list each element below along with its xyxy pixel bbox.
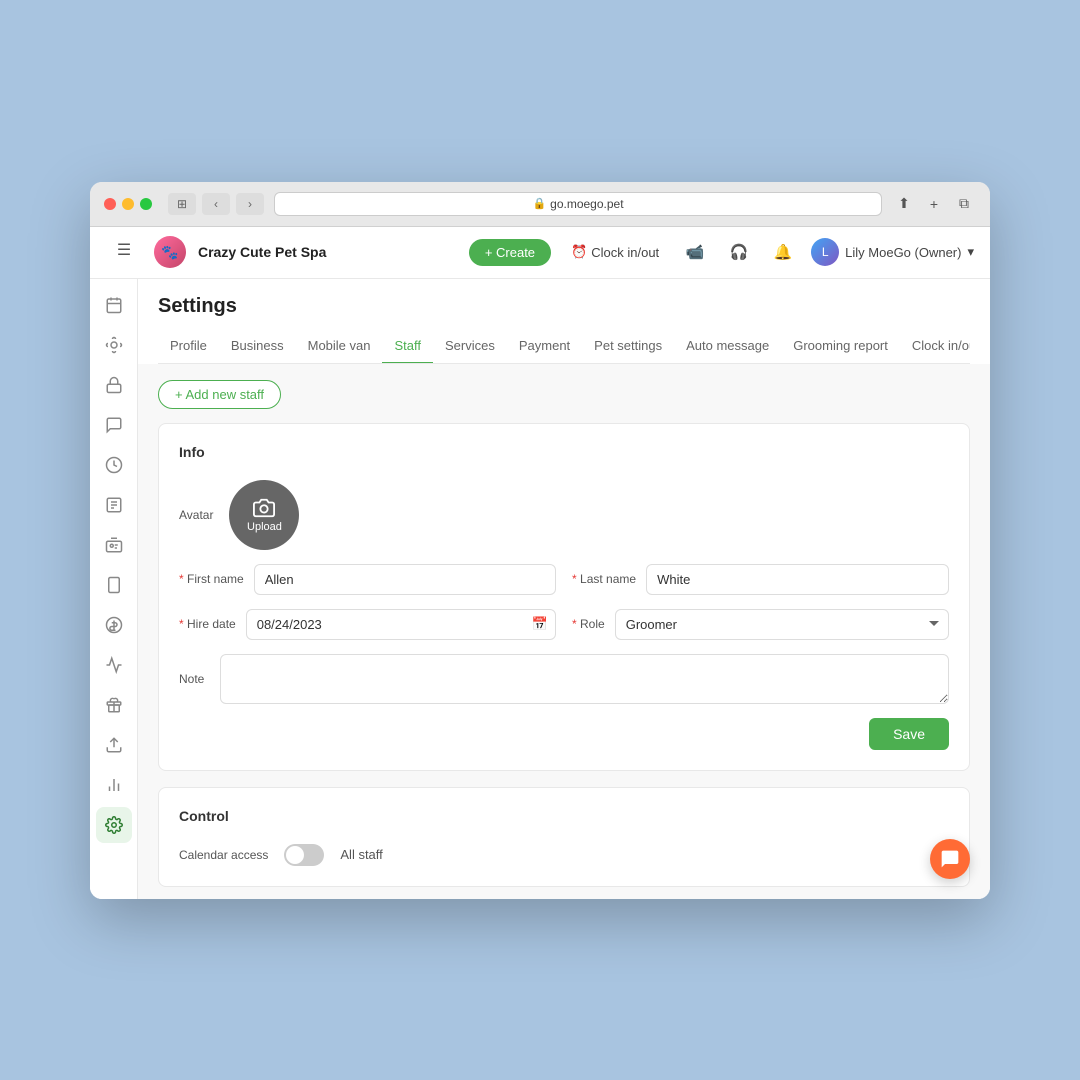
lock-icon: 🔒	[532, 197, 546, 210]
user-label: Lily MoeGo (Owner)	[845, 245, 961, 260]
first-name-group: First name	[179, 564, 556, 595]
sidebar-item-settings[interactable]	[96, 807, 132, 843]
save-row: Save	[179, 718, 949, 750]
avatar-row: Avatar Upload	[179, 480, 949, 550]
calendar-icon-small: 📅	[532, 616, 548, 632]
sidebar-item-device[interactable]	[96, 567, 132, 603]
sidebar-item-clock[interactable]	[96, 447, 132, 483]
tab-mobile-van[interactable]: Mobile van	[296, 330, 383, 364]
browser-actions: ⬆ + ⧉	[892, 192, 976, 216]
avatar-upload[interactable]: Upload	[229, 480, 299, 550]
brand-logo: 🐾	[154, 236, 186, 268]
note-textarea[interactable]	[220, 654, 949, 704]
upload-label: Upload	[247, 521, 282, 533]
hire-role-row: Hire date 📅 Role Groomer Mana	[179, 609, 949, 640]
sidebar-item-chart[interactable]	[96, 767, 132, 803]
tab-staff[interactable]: Staff	[382, 330, 433, 364]
video-icon-btn[interactable]: 📹	[679, 236, 711, 268]
last-name-input[interactable]	[646, 564, 949, 595]
control-card-title: Control	[179, 808, 949, 824]
clock-in-button[interactable]: ⏰ Clock in/out	[563, 240, 667, 264]
sidebar-item-lock[interactable]	[96, 367, 132, 403]
user-avatar: L	[811, 238, 839, 266]
sidebar-item-upload[interactable]	[96, 727, 132, 763]
main-area: Settings Profile Business Mobile van Sta…	[138, 279, 990, 899]
avatar-label: Avatar	[179, 508, 213, 522]
last-name-label: Last name	[572, 572, 636, 586]
app-content: Settings Profile Business Mobile van Sta…	[90, 279, 990, 899]
tab-business[interactable]: Business	[219, 330, 296, 364]
chevron-down-icon: ▾	[967, 244, 974, 260]
role-select[interactable]: Groomer Manager Receptionist Owner	[615, 609, 949, 640]
sidebar-item-marketing[interactable]	[96, 647, 132, 683]
chat-fab-button[interactable]	[930, 839, 970, 879]
role-group: Role Groomer Manager Receptionist Owner	[572, 609, 949, 640]
sidebar-item-reports[interactable]	[96, 487, 132, 523]
url-text: go.moego.pet	[550, 197, 623, 211]
notification-btn[interactable]: 🔔	[767, 236, 799, 268]
all-staff-label: All staff	[340, 847, 382, 862]
tab-grooming-report[interactable]: Grooming report	[781, 330, 900, 364]
tabs-btn[interactable]: ⧉	[952, 192, 976, 216]
create-button[interactable]: + Create	[469, 239, 551, 266]
clock-in-label: Clock in/out	[591, 245, 659, 260]
maximize-button[interactable]	[140, 198, 152, 210]
page-body: + Add new staff Info Avatar Upload	[138, 364, 990, 899]
calendar-access-row: Calendar access All staff	[179, 844, 949, 866]
settings-tabs: Profile Business Mobile van Staff Servic…	[158, 330, 970, 364]
calendar-access-label: Calendar access	[179, 848, 268, 862]
tab-auto-message[interactable]: Auto message	[674, 330, 781, 364]
user-info[interactable]: L Lily MoeGo (Owner) ▾	[811, 238, 974, 266]
tab-clock-in-out[interactable]: Clock in/out	[900, 330, 970, 364]
brand-name: Crazy Cute Pet Spa	[198, 244, 326, 260]
sidebar-item-id[interactable]	[96, 527, 132, 563]
browser-controls: ⊞ ‹ ›	[168, 193, 264, 215]
traffic-lights	[104, 198, 152, 210]
tab-payment[interactable]: Payment	[507, 330, 582, 364]
add-staff-button[interactable]: + Add new staff	[158, 380, 281, 409]
hire-date-input[interactable]	[246, 609, 556, 640]
share-btn[interactable]: ⬆	[892, 192, 916, 216]
tab-pet-settings[interactable]: Pet settings	[582, 330, 674, 364]
info-card-title: Info	[179, 444, 949, 460]
close-button[interactable]	[104, 198, 116, 210]
sidebar-item-messages[interactable]	[96, 407, 132, 443]
note-label: Note	[179, 672, 204, 686]
forward-btn[interactable]: ›	[236, 193, 264, 215]
back-btn[interactable]: ‹	[202, 193, 230, 215]
app-inner: ☰ 🐾 Crazy Cute Pet Spa + Create ⏰ Clock …	[90, 227, 990, 899]
first-name-input[interactable]	[254, 564, 556, 595]
clock-icon-small: ⏰	[571, 244, 587, 260]
name-row: First name Last name	[179, 564, 949, 595]
info-card: Info Avatar Upload First	[158, 423, 970, 771]
sidebar-item-money[interactable]	[96, 607, 132, 643]
save-button[interactable]: Save	[869, 718, 949, 750]
hire-date-wrapper: 📅	[246, 609, 556, 640]
last-name-group: Last name	[572, 564, 949, 595]
tab-services[interactable]: Services	[433, 330, 507, 364]
address-bar[interactable]: 🔒 go.moego.pet	[274, 192, 882, 216]
hamburger-menu[interactable]: ☰	[106, 232, 142, 268]
sidebar	[90, 279, 138, 899]
top-nav: ☰ 🐾 Crazy Cute Pet Spa + Create ⏰ Clock …	[90, 227, 990, 279]
calendar-access-toggle[interactable]	[284, 844, 324, 866]
new-tab-btn[interactable]: +	[922, 192, 946, 216]
minimize-button[interactable]	[122, 198, 134, 210]
sidebar-item-calendar[interactable]	[96, 287, 132, 323]
browser-titlebar: ⊞ ‹ › 🔒 go.moego.pet ⬆ + ⧉	[90, 182, 990, 227]
control-card: Control Calendar access All staff	[158, 787, 970, 887]
headset-icon-btn[interactable]: 🎧	[723, 236, 755, 268]
sidebar-item-pets[interactable]	[96, 327, 132, 363]
tab-profile[interactable]: Profile	[158, 330, 219, 364]
note-row: Note	[179, 654, 949, 704]
page-title: Settings	[158, 295, 970, 318]
sidebar-toggle-btn[interactable]: ⊞	[168, 193, 196, 215]
role-label: Role	[572, 617, 605, 631]
sidebar-item-gift[interactable]	[96, 687, 132, 723]
hire-date-label: Hire date	[179, 617, 236, 631]
hire-date-group: Hire date 📅	[179, 609, 556, 640]
first-name-label: First name	[179, 572, 244, 586]
page-header: Settings Profile Business Mobile van Sta…	[138, 279, 990, 364]
